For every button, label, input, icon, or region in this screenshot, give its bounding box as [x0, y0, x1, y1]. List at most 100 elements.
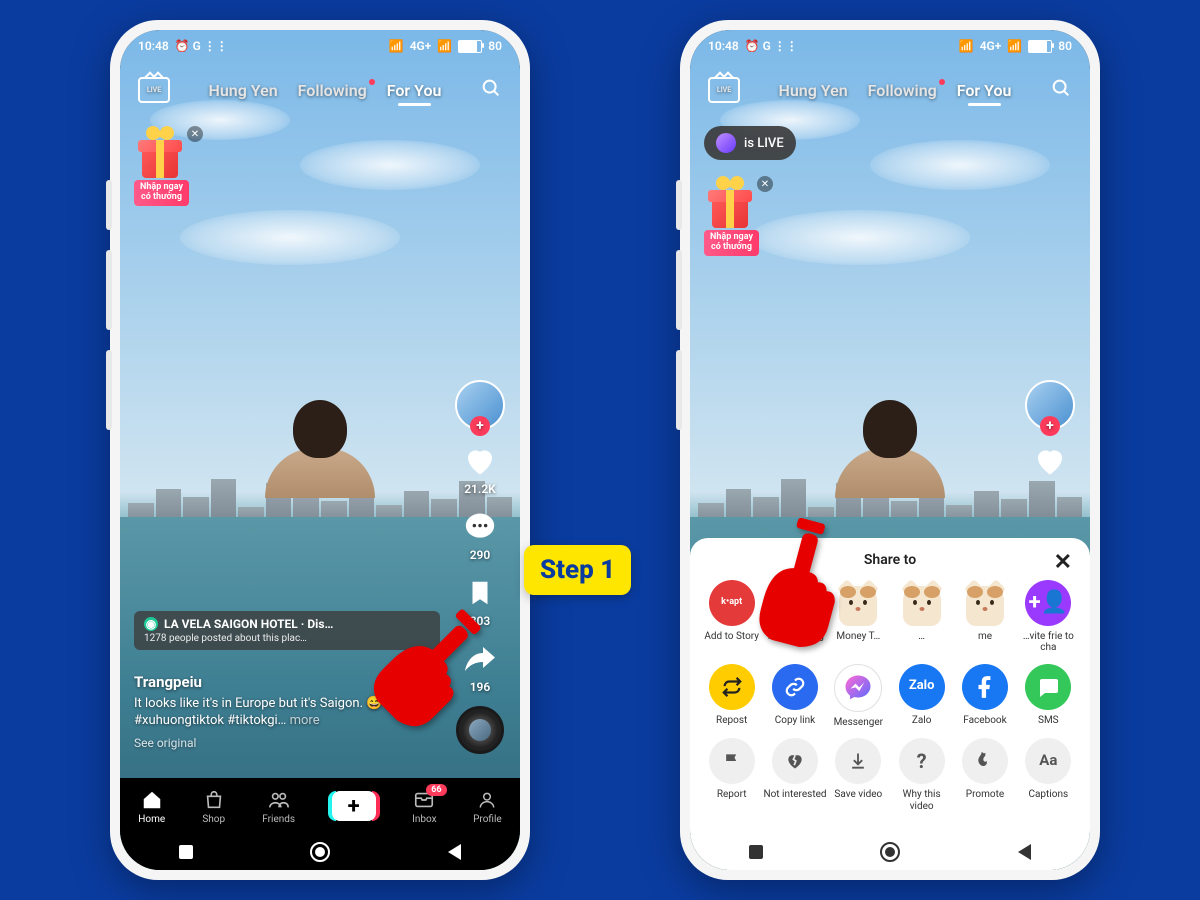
back-icon[interactable] — [1018, 844, 1031, 860]
live-avatar-icon — [716, 133, 736, 153]
share-title: Share to — [864, 552, 916, 568]
download-icon — [835, 738, 881, 784]
side-button — [676, 180, 682, 230]
gift-label: Nhập ngay có thưởng — [134, 180, 189, 206]
recents-icon[interactable] — [179, 845, 193, 859]
like-count: 21.2K — [464, 482, 496, 496]
comment-icon — [461, 508, 499, 546]
share-sms[interactable]: SMS — [1017, 664, 1080, 729]
share-contact-2[interactable]: Money T… — [827, 580, 890, 654]
phone-left: 10:48 ⏰ G ⋮⋮ 📶 4G+ 📶 80 LIVE Hung Yen Fo… — [110, 20, 530, 880]
share-report[interactable]: Report — [700, 738, 763, 812]
shop-icon — [202, 788, 226, 812]
creator-username[interactable]: Trangpeiu — [134, 673, 440, 691]
facebook-icon — [962, 664, 1008, 710]
top-nav: LIVE Hung Yen Following For You — [120, 68, 520, 112]
sound-disc[interactable] — [456, 706, 504, 754]
battery-pct: 80 — [488, 39, 502, 53]
status-icons-left: ⏰ G ⋮⋮ — [745, 39, 798, 53]
share-facebook[interactable]: Facebook — [953, 664, 1016, 729]
location-tag[interactable]: ◉LA VELA SAIGON HOTEL · Dis… 1278 people… — [134, 611, 440, 650]
battery-icon — [1028, 40, 1052, 53]
plus-icon: + — [332, 791, 376, 821]
heart-icon — [461, 442, 499, 480]
live-icon[interactable]: LIVE — [138, 77, 170, 103]
creator-avatar[interactable]: + — [1025, 380, 1075, 430]
step-label: Step 1 — [524, 545, 631, 595]
share-invite-friends[interactable]: +👤…vite frie to cha — [1017, 580, 1080, 654]
share-contact-3[interactable]: … — [890, 580, 953, 654]
see-original[interactable]: See original — [134, 736, 440, 750]
gift-close-icon[interactable]: ✕ — [757, 176, 773, 192]
comment-button[interactable]: 290 — [461, 508, 499, 562]
top-nav: LIVE Hung Yen Following For You — [690, 68, 1090, 112]
share-repost[interactable]: Repost — [700, 664, 763, 729]
volume-down-button — [106, 350, 112, 430]
share-icon — [461, 640, 499, 678]
live-icon[interactable]: LIVE — [708, 77, 740, 103]
nav-profile[interactable]: Profile — [473, 788, 502, 825]
gift-banner[interactable]: ✕ Nhập ngay có thưởng — [704, 180, 759, 256]
share-add-to-story[interactable]: k•aptAdd to Story — [700, 580, 763, 654]
share-button[interactable]: 196 — [461, 640, 499, 694]
location-subtitle: 1278 people posted about this plac… — [144, 633, 430, 644]
broken-heart-icon — [772, 738, 818, 784]
share-contact-1[interactable]: T… Văn C…ng — [763, 580, 826, 654]
search-icon[interactable] — [480, 77, 502, 103]
screen-right: 10:48 ⏰ G ⋮⋮ 📶4G+📶 80 LIVE Hung Yen Foll… — [690, 30, 1090, 870]
tab-local[interactable]: Hung Yen — [209, 81, 278, 100]
home-sys-icon[interactable] — [880, 842, 900, 862]
status-time: 10:48 — [708, 39, 739, 53]
battery-icon — [458, 40, 482, 53]
nav-shop[interactable]: Shop — [202, 788, 226, 825]
caption-text: It looks like it's in Europe but it's Sa… — [134, 696, 432, 729]
share-copy-link[interactable]: Copy link — [763, 664, 826, 729]
sms-icon — [1025, 664, 1071, 710]
tutorial-stage: Step 1 — [0, 0, 1200, 900]
recents-icon[interactable] — [749, 845, 763, 859]
share-messenger[interactable]: Messenger — [827, 664, 890, 729]
nav-inbox[interactable]: 66 Inbox — [412, 788, 436, 825]
share-zalo[interactable]: ZaloZalo — [890, 664, 953, 729]
screen-left: 10:48 ⏰ G ⋮⋮ 📶 4G+ 📶 80 LIVE Hung Yen Fo… — [120, 30, 520, 870]
back-icon[interactable] — [448, 844, 461, 860]
like-button[interactable]: 21.2K — [461, 442, 499, 496]
tab-for-you[interactable]: For You — [957, 81, 1012, 100]
creator-avatar[interactable]: + — [455, 380, 505, 430]
tab-local[interactable]: Hung Yen — [779, 81, 848, 100]
like-button[interactable] — [1031, 442, 1069, 480]
zalo-icon: Zalo — [899, 664, 945, 710]
is-live-pill[interactable]: is LIVE — [704, 126, 796, 160]
share-save-video[interactable]: Save video — [827, 738, 890, 812]
tab-following[interactable]: Following — [298, 81, 367, 100]
status-bar: 10:48 ⏰ G ⋮⋮ 📶 4G+ 📶 80 — [120, 30, 520, 62]
system-nav — [120, 834, 520, 870]
caption-more[interactable]: more — [290, 713, 320, 728]
status-time: 10:48 — [138, 39, 169, 53]
search-icon[interactable] — [1050, 77, 1072, 103]
save-button[interactable]: 803 — [461, 574, 499, 628]
share-promote[interactable]: Promote — [953, 738, 1016, 812]
question-icon: ? — [899, 738, 945, 784]
right-action-rail: + — [1022, 380, 1078, 480]
bottom-nav: Home Shop Friends + 66 Inbox — [120, 778, 520, 834]
tab-following[interactable]: Following — [868, 81, 937, 100]
nav-home[interactable]: Home — [138, 788, 165, 825]
close-icon[interactable]: ✕ — [1054, 550, 1072, 575]
share-captions[interactable]: AaCaptions — [1017, 738, 1080, 812]
tab-for-you[interactable]: For You — [387, 81, 442, 100]
share-contact-4[interactable]: me — [953, 580, 1016, 654]
location-title: LA VELA SAIGON HOTEL · Dis… — [164, 617, 333, 631]
share-count: 196 — [470, 680, 491, 694]
home-sys-icon[interactable] — [310, 842, 330, 862]
nav-create[interactable]: + — [332, 791, 376, 821]
gift-close-icon[interactable]: ✕ — [187, 126, 203, 142]
system-nav — [690, 834, 1090, 870]
share-why-this-video[interactable]: ?Why this video — [890, 738, 953, 812]
heart-icon — [1031, 442, 1069, 480]
share-not-interested[interactable]: Not interested — [763, 738, 826, 812]
nav-friends[interactable]: Friends — [262, 788, 295, 825]
home-icon — [140, 788, 164, 812]
video-caption: Trangpeiu It looks like it's in Europe b… — [134, 673, 440, 750]
gift-banner[interactable]: ✕ Nhập ngay có thưởng — [134, 130, 189, 206]
